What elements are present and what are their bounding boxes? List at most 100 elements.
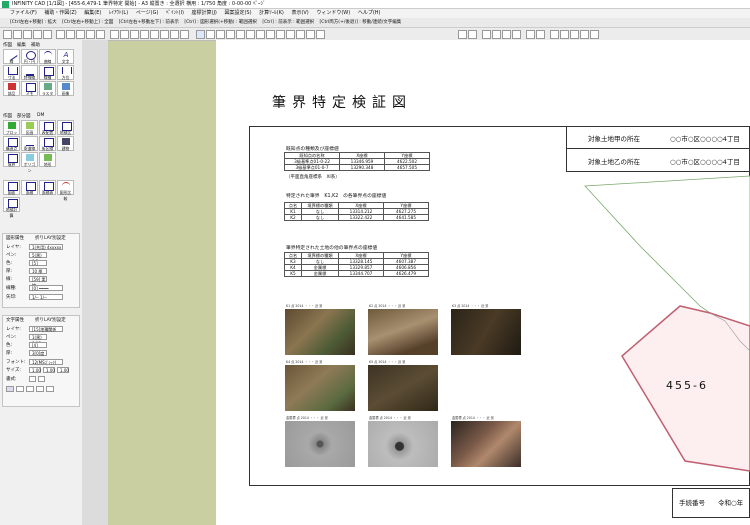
photo-k5[interactable] — [368, 365, 438, 411]
photo-metal-marker-3[interactable] — [451, 421, 521, 467]
undo-icon[interactable] — [86, 30, 95, 39]
window-split-icon[interactable] — [570, 30, 579, 39]
text-attr-layer-tab[interactable]: 折りLAY別設定 — [35, 317, 66, 323]
menu-figure[interactable]: 図案設定(S) — [224, 10, 251, 16]
tool-circle[interactable]: 円・円弧 — [21, 49, 38, 70]
figure-thick-select[interactable]: 10 厚 — [29, 268, 47, 274]
redo-icon[interactable] — [96, 30, 105, 39]
preview-icon[interactable] — [43, 30, 52, 39]
menu-draw[interactable]: 補助・作図(Z) — [44, 10, 76, 16]
text-color-select[interactable]: [4] ■■ — [29, 342, 47, 354]
lot-map[interactable] — [560, 171, 750, 491]
text-tool-icon[interactable] — [306, 30, 315, 39]
tool-figure-compare[interactable]: 図形比較 — [57, 180, 74, 201]
tool-area-compare[interactable]: 地積比較 — [57, 120, 74, 141]
menu-page[interactable]: ページ(G) — [136, 10, 159, 16]
arc-tool-icon[interactable] — [226, 30, 235, 39]
tool-area-calc[interactable]: 地積計算 — [3, 197, 20, 218]
hatch-icon[interactable] — [296, 30, 305, 39]
tab-partial[interactable]: 部分図 — [17, 113, 31, 119]
tool-side-road[interactable]: 寄道線 — [21, 136, 38, 151]
layer-icon[interactable] — [170, 30, 179, 39]
align-left-icon[interactable] — [6, 386, 14, 392]
menu-view[interactable]: 表示(V) — [291, 10, 308, 16]
zoom-out-icon[interactable] — [120, 30, 129, 39]
tab-edit[interactable]: 編集 — [17, 42, 26, 48]
frame-text-icon[interactable] — [46, 386, 54, 392]
photo-k2[interactable] — [368, 309, 438, 355]
page-first-icon[interactable] — [482, 30, 491, 39]
tab-dm[interactable]: DM — [37, 113, 44, 118]
figure-attr-title[interactable]: 図形属性 — [6, 235, 24, 241]
paste-icon[interactable] — [76, 30, 85, 39]
snap-icon[interactable] — [160, 30, 169, 39]
text-size-spacing[interactable]: 1.00 — [57, 367, 69, 373]
zoom-fit-icon[interactable] — [130, 30, 139, 39]
vertical-text-icon[interactable] — [36, 386, 44, 392]
fillet-icon[interactable] — [276, 30, 285, 39]
menu-file[interactable]: ファイル(F) — [10, 10, 37, 16]
zoom-in-icon[interactable] — [110, 30, 119, 39]
italic-icon[interactable] — [38, 376, 45, 382]
page-next-icon[interactable] — [502, 30, 511, 39]
window-close-icon[interactable] — [590, 30, 599, 39]
figure-attr-layer-tab[interactable]: 折りLAY別設定 — [35, 235, 66, 241]
figure-pen-select[interactable]: 5(黒) 0.1 — [29, 252, 47, 264]
menu-edit[interactable]: 編集(E) — [84, 10, 101, 16]
tool-dimension[interactable]: 寸法 — [3, 65, 20, 80]
tool-linetype[interactable]: 線種 — [39, 65, 56, 80]
tool-line[interactable]: 線 — [3, 49, 20, 64]
page-last-icon[interactable] — [512, 30, 521, 39]
new-icon[interactable] — [3, 30, 12, 39]
tool-image[interactable]: 画像 — [57, 81, 74, 96]
figure-type-select[interactable]: [59] 実線 — [29, 276, 47, 288]
tool-block-line[interactable]: 街区線 — [39, 136, 56, 151]
copy-icon[interactable] — [66, 30, 75, 39]
menu-window[interactable]: ウィンドウ(W) — [316, 10, 350, 16]
nav-forward-icon[interactable] — [468, 30, 477, 39]
figure-arrow-select[interactable]: 1/-- 1/-- — [29, 294, 63, 300]
figure-color-select[interactable]: [5] ■■ — [29, 260, 47, 272]
figure-linetype-select[interactable]: [0] ━━━━ — [29, 285, 63, 291]
offset-icon[interactable] — [246, 30, 255, 39]
polyline-icon[interactable] — [216, 30, 225, 39]
text-pen-select[interactable]: 1(黒) 0.18 — [29, 334, 47, 346]
extend-icon[interactable] — [266, 30, 275, 39]
align-right-icon[interactable] — [26, 386, 34, 392]
tool-table-place[interactable]: 表配置 — [39, 120, 56, 135]
circle-tool-icon[interactable] — [236, 30, 245, 39]
tab-draw[interactable]: 作図 — [3, 42, 12, 48]
tool-structure-point[interactable]: 構造点 — [3, 136, 20, 151]
pen-icon[interactable] — [196, 30, 205, 39]
save-icon[interactable] — [23, 30, 32, 39]
panel-splitter[interactable] — [82, 40, 108, 525]
align-center-icon[interactable] — [16, 386, 24, 392]
tool-area[interactable]: 面積 — [21, 180, 38, 195]
grid-icon[interactable] — [150, 30, 159, 39]
tool-terrain[interactable]: 地形 — [39, 152, 56, 167]
refresh-icon[interactable] — [180, 30, 189, 39]
menu-paint[interactable]: ﾍﾟｲﾝﾄ(I) — [166, 10, 184, 16]
window-tile-icon[interactable] — [550, 30, 559, 39]
tool-area-table[interactable]: 面積表 — [39, 180, 56, 195]
print-icon[interactable] — [33, 30, 42, 39]
tab-draw-2[interactable]: 作図 — [3, 113, 12, 119]
photo-k1[interactable] — [285, 309, 355, 355]
photo-metal-marker-2[interactable] — [368, 421, 438, 467]
text-layer-select[interactable]: [15]地積関係 — [29, 326, 63, 332]
tool-raster[interactable]: ラスタ — [39, 81, 56, 96]
tool-drawing[interactable]: 図面 — [3, 180, 20, 195]
trim-icon[interactable] — [256, 30, 265, 39]
figure-layer-select[interactable]: 1(共用) 4xxxxx — [29, 244, 63, 250]
table-icon[interactable] — [316, 30, 325, 39]
tool-polygon[interactable]: ポリゴン — [21, 152, 38, 173]
line-tool-icon[interactable] — [206, 30, 215, 39]
tool-boundary[interactable]: 境界 — [3, 152, 20, 167]
nav-back-icon[interactable] — [458, 30, 467, 39]
tool-compass[interactable]: 方位 — [57, 65, 74, 80]
photo-metal-marker-1[interactable] — [285, 421, 355, 467]
menu-help[interactable]: ヘルプ(H) — [358, 10, 381, 16]
photo-k4[interactable] — [285, 365, 355, 411]
menu-layout[interactable]: ﾚｲｱｳﾄ(L) — [109, 10, 128, 16]
open-icon[interactable] — [13, 30, 22, 39]
